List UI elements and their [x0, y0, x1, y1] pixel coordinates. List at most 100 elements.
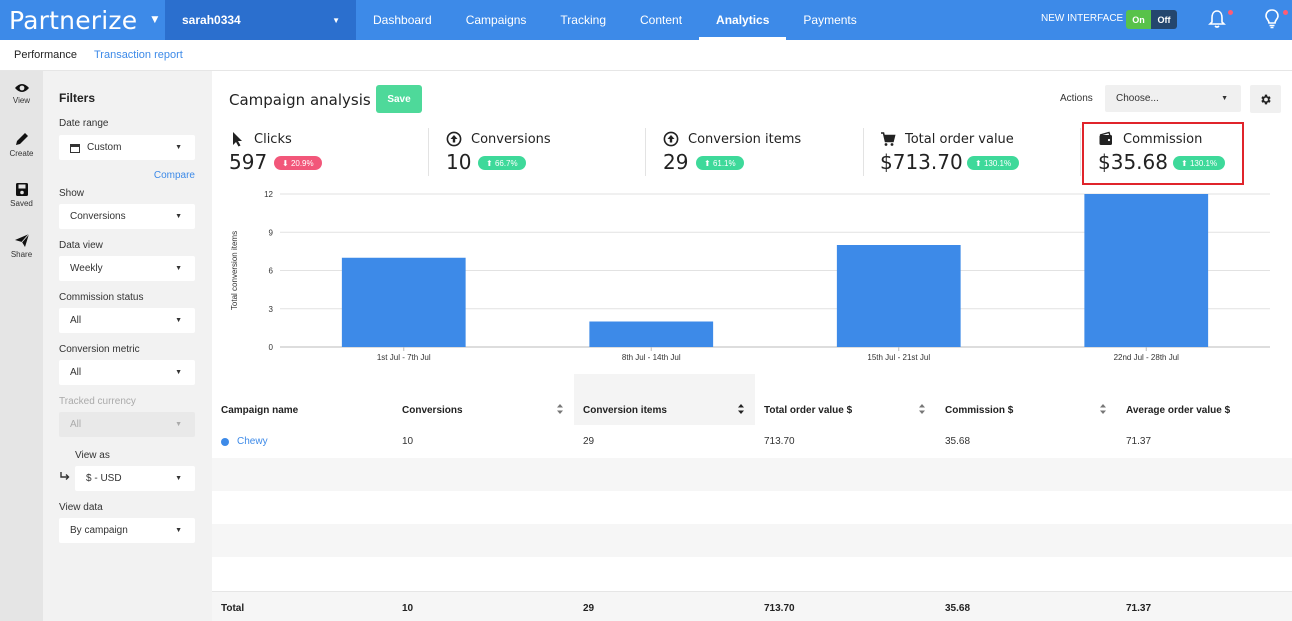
new-interface-label: NEW INTERFACE — [1041, 13, 1124, 24]
cursor-icon — [233, 132, 242, 147]
column-header-label: Conversions — [402, 405, 463, 416]
y-tick-label: 3 — [269, 305, 274, 314]
sort-icon[interactable] — [918, 403, 926, 415]
kpi-value: $713.70 — [880, 150, 963, 174]
gear-icon — [1261, 94, 1271, 104]
column-header-total-order-value[interactable]: Total order value $ — [755, 374, 936, 425]
main-nav: Dashboard Campaigns Tracking Content Ana… — [356, 0, 874, 40]
table-row-empty — [212, 458, 1292, 491]
table-header: Campaign name Conversions Conversion ite… — [212, 374, 1292, 425]
kpi-value: 29 — [663, 150, 689, 174]
table-totals-row: Total 10 29 713.70 35.68 71.37 — [212, 591, 1292, 621]
kpi-conversions: Conversions 10 ⬆ 66.7% — [446, 126, 646, 186]
new-interface-toggle[interactable]: On Off — [1126, 10, 1177, 29]
brand-logo[interactable]: Partnerize ▼ — [0, 0, 165, 40]
column-header-campaign-name[interactable]: Campaign name — [212, 374, 393, 425]
column-header-average-order-value[interactable]: Average order value $ — [1117, 374, 1292, 425]
column-header-label: Average order value $ — [1126, 405, 1231, 416]
conversion-metric-select[interactable]: All ▼ — [59, 360, 195, 385]
column-header-label: Campaign name — [221, 405, 299, 416]
series-color-dot — [221, 438, 229, 446]
sort-icon[interactable] — [737, 403, 745, 415]
notification-dot — [1228, 10, 1233, 15]
kpi-label: Clicks — [254, 132, 292, 147]
tab-transaction-report[interactable]: Transaction report — [94, 49, 183, 61]
tracked-currency-value: All — [70, 419, 82, 430]
change-badge: ⬆ 130.1% — [967, 156, 1020, 170]
kpi-value: 597 — [229, 150, 268, 174]
rail-view-label: View — [12, 96, 31, 105]
total-label: Total — [221, 603, 245, 614]
conversion-items-chart: 0 3 6 9 12 1st Jul - 7th Jul 8th Jul - 14th Ju… — [230, 190, 1270, 362]
save-button[interactable]: Save — [376, 85, 422, 113]
nav-dashboard[interactable]: Dashboard — [356, 0, 449, 40]
kpi-conversion-items: Conversion items 29 ⬆ 61.1% — [663, 126, 863, 186]
table-row-empty — [212, 491, 1292, 524]
view-as-select[interactable]: $ - USD ▼ — [75, 466, 195, 491]
sort-icon[interactable] — [1099, 403, 1107, 415]
floppy-disk-icon — [15, 183, 28, 196]
return-arrow-icon — [60, 472, 70, 480]
cell-conversion-items: 29 — [583, 436, 595, 447]
rail-saved-label: Saved — [10, 199, 33, 208]
column-header-commission[interactable]: Commission $ — [936, 374, 1117, 425]
kpi-value: 10 — [446, 150, 472, 174]
column-header-conversions[interactable]: Conversions — [393, 374, 574, 425]
settings-button[interactable] — [1250, 85, 1281, 113]
y-tick-label: 6 — [269, 267, 274, 276]
rail-saved[interactable]: Saved — [0, 182, 43, 208]
view-data-select[interactable]: By campaign ▼ — [59, 518, 195, 543]
rail-view[interactable]: View — [0, 82, 43, 105]
commission-status-select[interactable]: All ▼ — [59, 308, 195, 333]
rail-share[interactable]: Share — [0, 233, 43, 259]
calendar-icon — [70, 143, 80, 153]
divider — [863, 128, 864, 176]
lightbulb-icon[interactable] — [1263, 9, 1281, 29]
column-header-conversion-items[interactable]: Conversion items — [574, 374, 755, 425]
total-order-value: 713.70 — [764, 603, 795, 614]
chevron-down-icon: ▼ — [175, 213, 182, 220]
change-value: 20.9% — [290, 158, 314, 168]
conversion-metric-value: All — [70, 367, 82, 378]
left-rail: View Create Saved Share — [0, 71, 43, 621]
column-header-label: Total order value $ — [764, 405, 853, 416]
data-view-label: Data view — [59, 240, 103, 251]
data-view-select[interactable]: Weekly ▼ — [59, 256, 195, 281]
cell-commission: 35.68 — [945, 436, 971, 447]
arrow-up-circle-icon — [446, 131, 462, 147]
chevron-down-icon[interactable]: ▼ — [151, 15, 158, 25]
nav-analytics[interactable]: Analytics — [699, 0, 787, 40]
nav-campaigns[interactable]: Campaigns — [449, 0, 544, 40]
table-row[interactable]: Chewy 10 29 713.70 35.68 71.37 — [212, 425, 1292, 458]
chevron-down-icon: ▼ — [175, 421, 182, 428]
chevron-down-icon: ▼ — [175, 475, 182, 482]
total-conversions: 10 — [402, 603, 414, 614]
nav-content[interactable]: Content — [623, 0, 699, 40]
nav-payments[interactable]: Payments — [786, 0, 873, 40]
actions-select[interactable]: Choose... ▼ — [1105, 85, 1241, 112]
date-range-select[interactable]: Custom ▼ — [59, 135, 195, 160]
sort-icon[interactable] — [556, 403, 564, 415]
kpi-label: Conversions — [471, 132, 551, 147]
nav-tracking[interactable]: Tracking — [543, 0, 623, 40]
rail-create-label: Create — [9, 149, 34, 158]
rail-create[interactable]: Create — [0, 131, 43, 158]
account-switcher[interactable]: sarah0334 ▼ — [165, 0, 356, 40]
bell-icon[interactable] — [1208, 9, 1226, 29]
toggle-on[interactable]: On — [1126, 10, 1151, 29]
total-conversion-items: 29 — [583, 603, 595, 614]
y-tick-label: 9 — [269, 228, 274, 237]
campaign-name-link[interactable]: Chewy — [237, 436, 268, 447]
compare-link[interactable]: Compare — [154, 170, 195, 181]
kpi-total-order-value: Total order value $713.70 ⬆ 130.1% — [880, 126, 1080, 186]
toggle-off[interactable]: Off — [1151, 10, 1177, 29]
chevron-down-icon: ▼ — [175, 369, 182, 376]
show-select[interactable]: Conversions ▼ — [59, 204, 195, 229]
divider — [428, 128, 429, 176]
eye-icon — [14, 84, 29, 92]
tab-performance[interactable]: Performance — [14, 49, 77, 61]
column-header-label: Commission $ — [945, 405, 1014, 416]
bar — [589, 321, 714, 347]
change-value: 66.7% — [494, 158, 518, 168]
change-value: 130.1% — [983, 158, 1012, 168]
